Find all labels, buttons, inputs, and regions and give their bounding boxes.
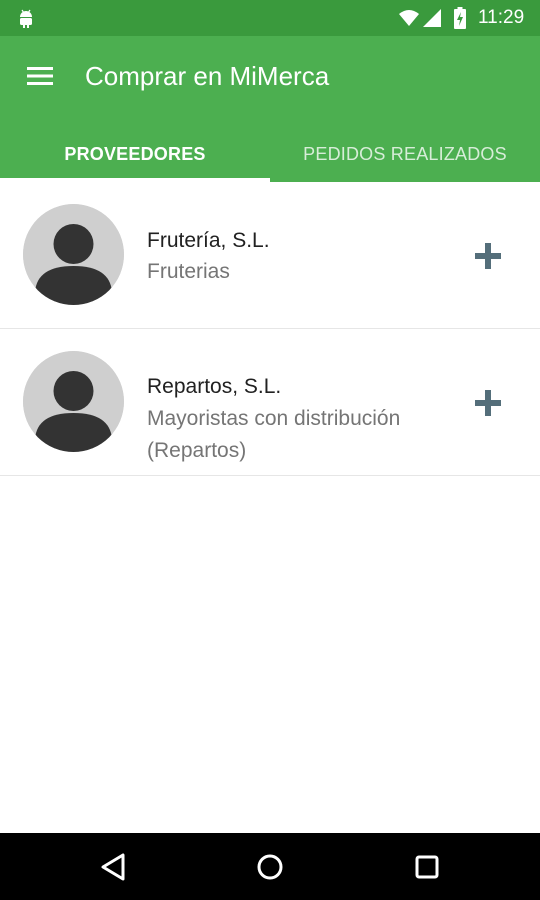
wifi-icon: [399, 10, 419, 26]
add-icon[interactable]: [473, 241, 503, 271]
menu-icon[interactable]: [27, 65, 53, 87]
add-icon[interactable]: [473, 388, 503, 418]
status-time: 11:29: [478, 7, 525, 28]
list-item[interactable]: Repartos, S.L. Mayoristas con distribuci…: [0, 329, 540, 476]
battery-icon: [454, 7, 466, 29]
person-icon: [23, 204, 124, 305]
avatar: [23, 351, 124, 452]
tab-pedidos-realizados[interactable]: PEDIDOS REALIZADOS: [270, 126, 540, 182]
navigation-bar: [0, 833, 540, 900]
status-bar: 11:29: [0, 0, 540, 36]
tab-bar: PROVEEDORES PEDIDOS REALIZADOS: [0, 126, 540, 182]
list-item[interactable]: Frutería, S.L. Fruterias: [0, 182, 540, 329]
provider-name: Repartos, S.L.: [147, 375, 282, 398]
back-icon[interactable]: [97, 850, 131, 884]
app-title: Comprar en MiMerca: [85, 61, 330, 91]
avatar: [23, 204, 124, 305]
signal-icon: [423, 9, 441, 27]
tab-proveedores[interactable]: PROVEEDORES: [0, 126, 270, 182]
person-icon: [23, 351, 124, 452]
provider-category: Fruterias: [147, 260, 230, 283]
android-icon: [20, 9, 32, 28]
provider-category: Mayoristas con distribución (Repartos): [147, 407, 401, 462]
recent-apps-icon[interactable]: [410, 850, 444, 884]
provider-name: Frutería, S.L.: [147, 229, 270, 252]
provider-list: Frutería, S.L. Fruterias Repartos, S.L. …: [0, 182, 540, 476]
home-icon[interactable]: [253, 850, 287, 884]
app-bar: Comprar en MiMerca PROVEEDORES PEDIDOS R…: [0, 36, 540, 182]
